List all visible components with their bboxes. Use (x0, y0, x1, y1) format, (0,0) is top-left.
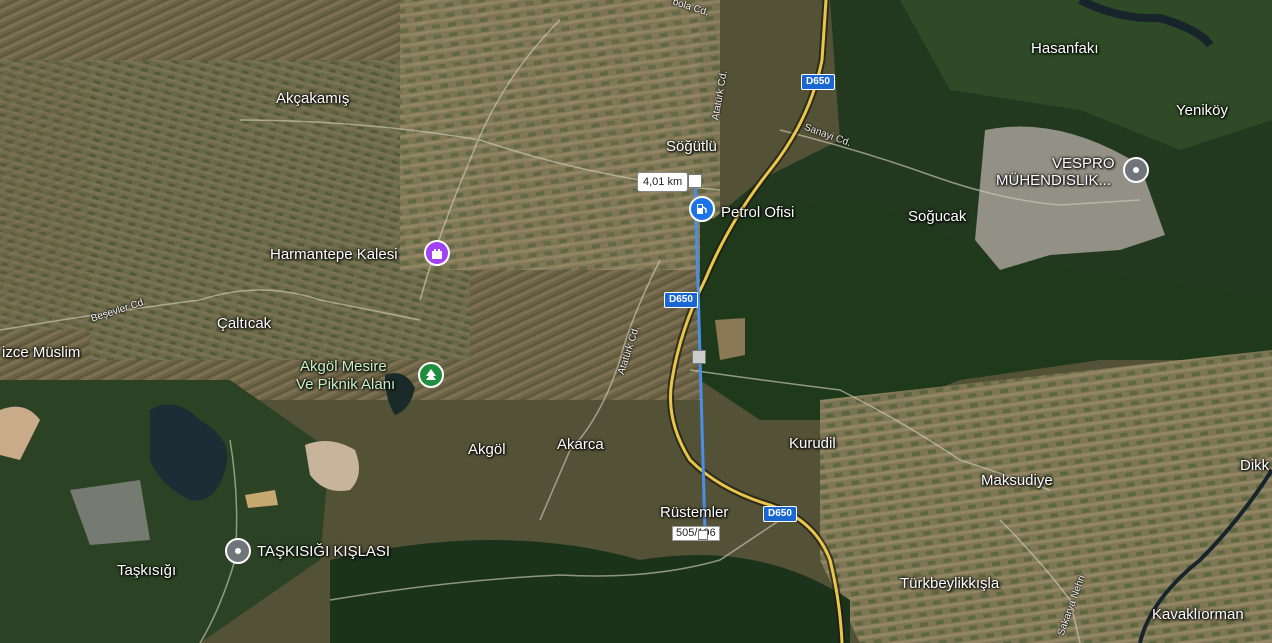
location-pin-icon (1133, 167, 1139, 173)
place-label-akcakamis: Akçakamış (276, 90, 350, 107)
place-label-izce-muslim: izce Müslim (2, 344, 81, 361)
place-label-kurudil: Kurudil (789, 435, 836, 452)
d650-shield-bottom: D650 (763, 506, 797, 522)
place-label-taskisigi-kislasi[interactable]: TAŞKISIĞI KIŞLASI (257, 543, 390, 561)
place-label-yenikoy: Yeniköy (1176, 102, 1228, 119)
park-poi-pin[interactable] (418, 362, 444, 388)
distance-label: 4,01 km (637, 172, 689, 192)
vespro-location-pin[interactable] (1123, 157, 1149, 183)
place-label-dikk: Dikk (1240, 457, 1270, 474)
castle-icon (432, 249, 442, 259)
d650-shield-mid: D650 (664, 292, 698, 308)
satellite-terrain (0, 0, 1272, 643)
place-label-harmantepe[interactable]: Harmantepe Kalesi (270, 246, 398, 264)
d650-shield-top: D650 (801, 74, 835, 90)
place-label-vespro[interactable]: VESPRO (1052, 155, 1115, 173)
measure-end-handle[interactable] (698, 530, 708, 540)
measure-mid-handle[interactable] (692, 350, 706, 364)
place-label-caltıcak: Çaltıcak (217, 315, 272, 332)
place-label-sogutlu: Söğütlü (666, 138, 717, 155)
fuel-station-icon (697, 204, 707, 214)
place-label-rustemler: Rüstemler (660, 504, 729, 521)
place-label-turkbeylikkisla: Türkbeylikkışla (900, 575, 1000, 592)
place-label-sogucak: Soğucak (908, 208, 967, 225)
place-label-hasanfaki: Hasanfakı (1031, 40, 1099, 57)
place-label-kavakliorman: Kavaklıorman (1152, 606, 1244, 623)
place-label-akarca: Akarca (557, 436, 604, 453)
place-label-taskisigi: Taşkısığı (117, 562, 177, 579)
place-label-piknik-alani[interactable]: Ve Piknik Alanı (296, 376, 395, 394)
fuel-poi-pin[interactable] (689, 196, 715, 222)
place-label-maksudiye: Maksudiye (981, 472, 1053, 489)
measure-start-handle[interactable] (688, 174, 702, 188)
tree-icon (426, 369, 436, 380)
place-label-vespro-muhendislik[interactable]: MÜHENDISLIK... (996, 172, 1111, 190)
location-pin-icon (235, 548, 241, 554)
place-label-akgol: Akgöl (468, 441, 506, 458)
map-view[interactable]: Hasanfakı Yeniköy Akçakamış Söğütlü Soğu… (0, 0, 1272, 643)
place-label-akgol-mesire[interactable]: Akgöl Mesire (300, 358, 387, 376)
taskisigi-location-pin[interactable] (225, 538, 251, 564)
place-label-petrol-ofisi[interactable]: Petrol Ofisi (721, 204, 794, 222)
castle-poi-pin[interactable] (424, 240, 450, 266)
coordinate-label: 505/196 (672, 526, 720, 541)
